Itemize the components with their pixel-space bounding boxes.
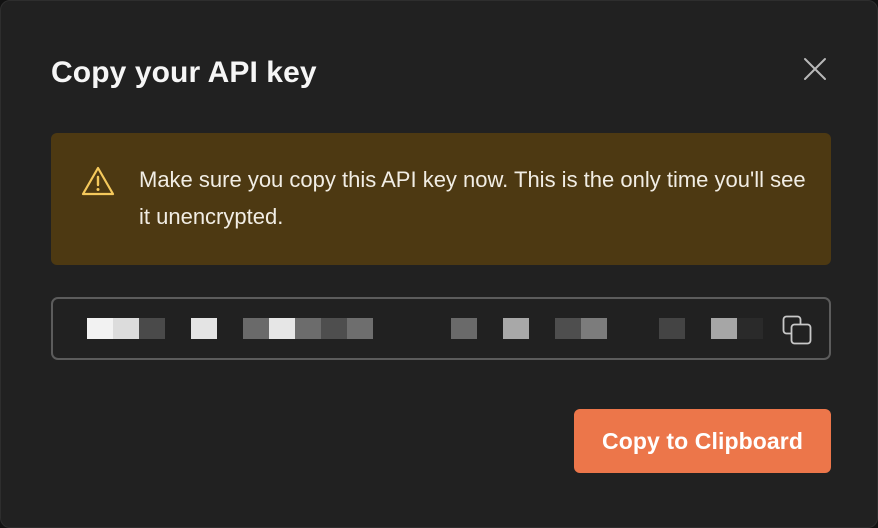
close-button[interactable] bbox=[797, 51, 833, 87]
warning-banner: Make sure you copy this API key now. Thi… bbox=[51, 133, 831, 265]
copy-icon[interactable] bbox=[781, 314, 813, 346]
close-icon bbox=[804, 58, 826, 80]
dialog-title: Copy your API key bbox=[51, 56, 317, 89]
api-key-dialog: Copy your API key Make sure you copy thi… bbox=[0, 0, 878, 528]
api-key-masked-pixelation bbox=[87, 318, 767, 340]
api-key-field[interactable] bbox=[51, 297, 831, 360]
copy-to-clipboard-button[interactable]: Copy to Clipboard bbox=[574, 409, 831, 473]
warning-text: Make sure you copy this API key now. Thi… bbox=[139, 167, 806, 229]
warning-triangle-icon bbox=[81, 166, 115, 196]
